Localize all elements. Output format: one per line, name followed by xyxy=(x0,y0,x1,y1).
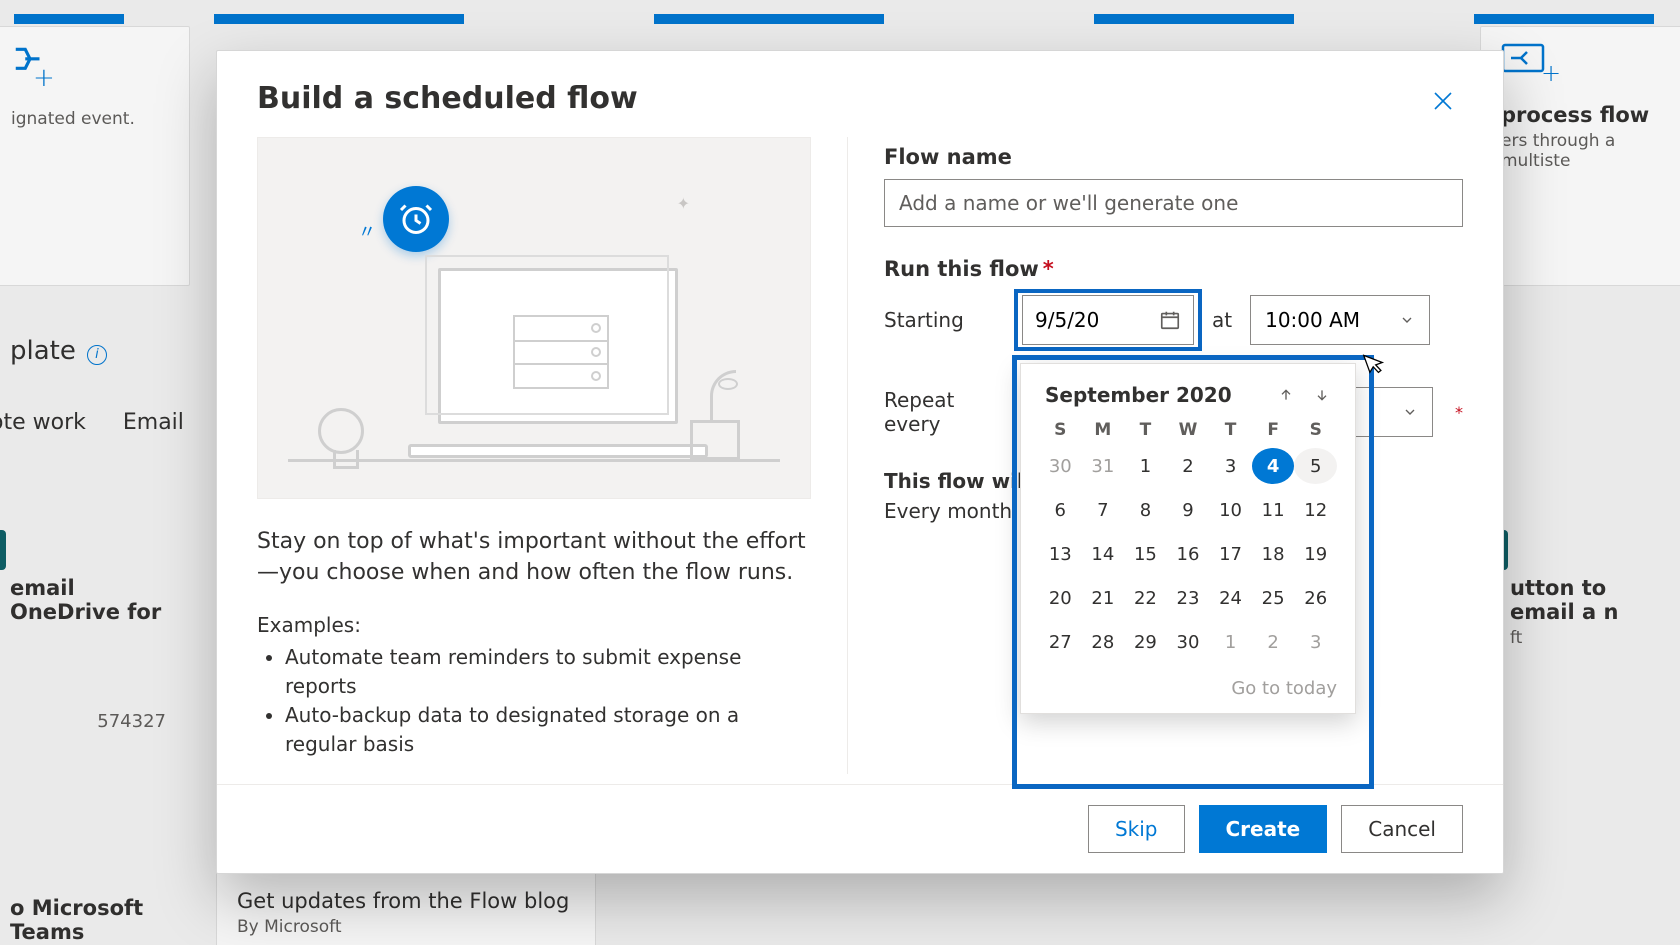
scheduled-flow-dialog: Build a scheduled flow 〃 xyxy=(216,50,1504,874)
create-button[interactable]: Create xyxy=(1199,805,1328,853)
calendar-day[interactable]: 26 xyxy=(1294,580,1337,616)
flow-name-input[interactable] xyxy=(884,179,1463,227)
dialog-header: Build a scheduled flow xyxy=(217,51,1503,137)
required-asterisk: * xyxy=(1043,257,1054,281)
calendar-icon xyxy=(1159,309,1181,331)
close-button[interactable] xyxy=(1423,81,1463,121)
calendar-day[interactable]: 14 xyxy=(1082,536,1125,572)
calendar-day[interactable]: 27 xyxy=(1039,624,1082,660)
calendar-day[interactable]: 21 xyxy=(1082,580,1125,616)
calendar-dow: W xyxy=(1167,420,1210,440)
plant-icon xyxy=(680,370,750,460)
calendar-day[interactable]: 5 xyxy=(1294,448,1337,484)
desk-clock-icon xyxy=(318,408,364,454)
calendar-day[interactable]: 30 xyxy=(1039,448,1082,484)
calendar-day[interactable]: 17 xyxy=(1209,536,1252,572)
calendar-month-label[interactable]: September 2020 xyxy=(1039,383,1265,407)
calendar-day[interactable]: 24 xyxy=(1209,580,1252,616)
calendar-dow: T xyxy=(1124,420,1167,440)
go-to-today-button[interactable]: Go to today xyxy=(1231,678,1337,699)
calendar-day[interactable]: 15 xyxy=(1124,536,1167,572)
arrow-down-icon xyxy=(1314,387,1330,403)
calendar-day[interactable]: 12 xyxy=(1294,492,1337,528)
starting-row: Starting 9/5/20 xyxy=(884,295,1463,345)
calendar-day[interactable]: 28 xyxy=(1082,624,1125,660)
calendar-day[interactable]: 30 xyxy=(1167,624,1210,660)
calendar-day[interactable]: 25 xyxy=(1252,580,1295,616)
calendar-dow: T xyxy=(1209,420,1252,440)
chevron-down-icon xyxy=(1399,312,1415,328)
calendar-next-button[interactable] xyxy=(1307,380,1337,410)
arrow-up-icon xyxy=(1278,387,1294,403)
calendar-day[interactable]: 13 xyxy=(1039,536,1082,572)
start-date-value: 9/5/20 xyxy=(1035,308,1099,332)
run-this-flow-label: Run this flow* xyxy=(884,257,1463,281)
start-time-value: 10:00 AM xyxy=(1265,308,1360,332)
dialog-footer: Skip Create Cancel xyxy=(217,784,1503,873)
dialog-title: Build a scheduled flow xyxy=(257,81,638,116)
start-date-input[interactable]: 9/5/20 xyxy=(1022,295,1194,345)
calendar-day[interactable]: 31 xyxy=(1082,448,1125,484)
dialog-right-column: Flow name Run this flow* Starting 9/5/20 xyxy=(847,137,1463,774)
calendar-day[interactable]: 3 xyxy=(1209,448,1252,484)
calendar-day[interactable]: 2 xyxy=(1167,448,1210,484)
example-item: Auto-backup data to designated storage o… xyxy=(285,701,811,759)
cancel-button[interactable]: Cancel xyxy=(1341,805,1463,853)
dialog-description: Stay on top of what's important without … xyxy=(257,527,811,589)
starting-label: Starting xyxy=(884,308,1004,332)
example-item: Automate team reminders to submit expens… xyxy=(285,643,811,701)
calendar-grid: SMTWTFS303112345678910111213141516171819… xyxy=(1039,420,1337,660)
start-time-dropdown[interactable]: 10:00 AM xyxy=(1250,295,1430,345)
required-asterisk: * xyxy=(1455,403,1463,422)
scheduled-flow-illustration: 〃 xyxy=(257,137,811,499)
calendar-day[interactable]: 8 xyxy=(1124,492,1167,528)
calendar-day[interactable]: 18 xyxy=(1252,536,1295,572)
calendar-day[interactable]: 19 xyxy=(1294,536,1337,572)
calendar-day[interactable]: 23 xyxy=(1167,580,1210,616)
dialog-left-column: 〃 xyxy=(257,137,847,774)
calendar-day[interactable]: 11 xyxy=(1252,492,1295,528)
calendar-day[interactable]: 7 xyxy=(1082,492,1125,528)
flow-name-label: Flow name xyxy=(884,145,1463,169)
alarm-clock-icon xyxy=(383,186,449,252)
calendar-day[interactable]: 20 xyxy=(1039,580,1082,616)
close-icon xyxy=(1432,90,1454,112)
calendar-day[interactable]: 9 xyxy=(1167,492,1210,528)
calendar-prev-button[interactable] xyxy=(1271,380,1301,410)
mouse-cursor-icon xyxy=(1362,349,1387,378)
calendar-day[interactable]: 10 xyxy=(1209,492,1252,528)
repeat-every-label: Repeat every xyxy=(884,388,1004,436)
chevron-down-icon xyxy=(1402,404,1418,420)
calendar-dow: S xyxy=(1294,420,1337,440)
at-label: at xyxy=(1212,308,1232,332)
calendar-day[interactable]: 1 xyxy=(1124,448,1167,484)
calendar-day[interactable]: 2 xyxy=(1252,624,1295,660)
skip-button[interactable]: Skip xyxy=(1088,805,1185,853)
examples-list: Automate team reminders to submit expens… xyxy=(257,643,811,759)
calendar-day[interactable]: 16 xyxy=(1167,536,1210,572)
calendar-day[interactable]: 29 xyxy=(1124,624,1167,660)
calendar-dow: S xyxy=(1039,420,1082,440)
date-picker-popover: September 2020 SMTWTFS303112345678910111… xyxy=(1020,363,1356,714)
calendar-dow: F xyxy=(1252,420,1295,440)
calendar-day[interactable]: 22 xyxy=(1124,580,1167,616)
calendar-day[interactable]: 1 xyxy=(1209,624,1252,660)
calendar-day[interactable]: 6 xyxy=(1039,492,1082,528)
laptop-icon xyxy=(408,258,708,458)
calendar-day[interactable]: 3 xyxy=(1294,624,1337,660)
examples-label: Examples: xyxy=(257,613,811,637)
calendar-day-selected[interactable]: 4 xyxy=(1252,448,1295,484)
calendar-dow: M xyxy=(1082,420,1125,440)
